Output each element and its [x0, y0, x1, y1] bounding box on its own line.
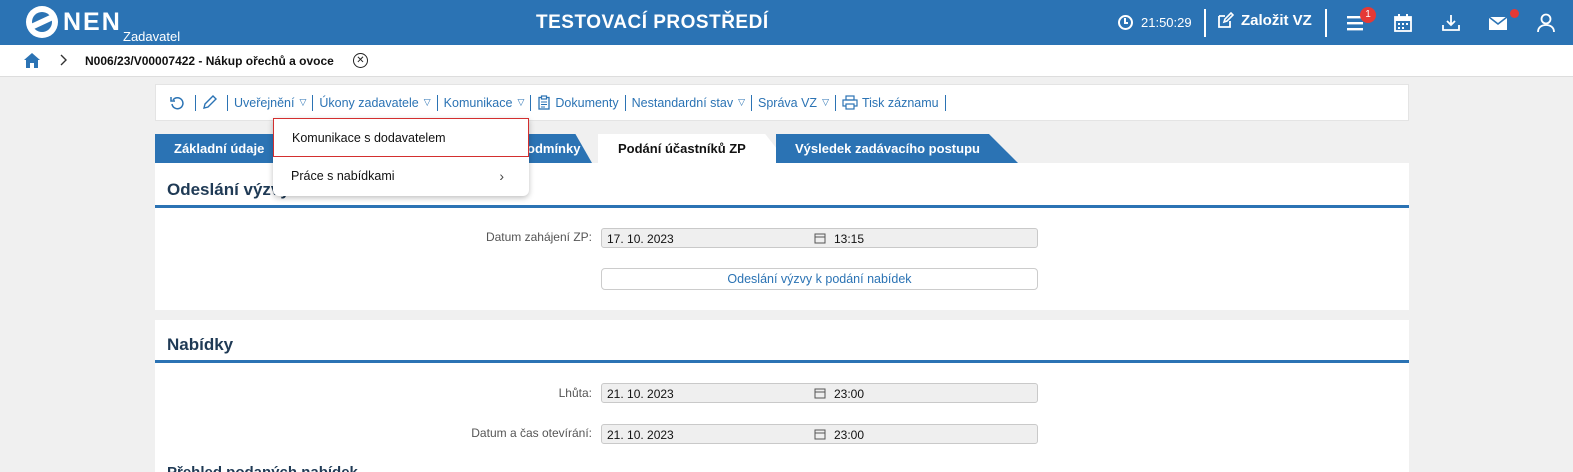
close-icon[interactable]: ✕: [353, 53, 368, 68]
mail-unread-dot: [1510, 9, 1519, 18]
environment-title: TESTOVACÍ PROSTŘEDÍ: [536, 12, 769, 33]
panel-nabidky: Nabídky Lhůta: 21. 10. 2023 23:00 Datum …: [155, 320, 1409, 472]
clipboard-icon: [538, 95, 551, 110]
time-value: 23:00: [834, 428, 865, 442]
logo-subtitle: Zadavatel: [123, 29, 181, 44]
menu-ukony-zadavatele[interactable]: Úkony zadavatele ▽: [313, 96, 436, 110]
time-value: 23:00: [834, 387, 865, 401]
datetime-field-zahajeni[interactable]: 17. 10. 2023 13:15: [601, 228, 1038, 248]
menu-item-prace-s-nabidkami[interactable]: Práce s nabídkami ›: [273, 157, 529, 195]
notification-badge: 1: [1360, 7, 1376, 23]
datetime-field-otevirani[interactable]: 21. 10. 2023 23:00: [601, 424, 1038, 444]
chevron-right-icon: [60, 54, 67, 66]
pencil-icon: [203, 95, 217, 109]
breadcrumb: N006/23/V00007422 - Nákup ořechů a ovoce…: [0, 45, 1573, 77]
menu-dokumenty[interactable]: Dokumenty: [531, 95, 624, 110]
nen-logo[interactable]: NEN: [26, 6, 122, 40]
send-invitation-button[interactable]: Odeslání výzvy k podání nabídek: [601, 268, 1038, 290]
home-icon[interactable]: [23, 52, 41, 69]
header-divider: [1325, 9, 1327, 37]
subsection-title-cut: Přehled podaných nabídek: [167, 464, 358, 472]
session-clock: 21:50:29: [1118, 15, 1192, 30]
field-label-lhuta: Lhůta:: [558, 386, 592, 400]
menu-label: Tisk záznamu: [861, 95, 939, 110]
printer-icon: [842, 95, 858, 110]
edit-icon: [1218, 12, 1234, 28]
date-value: 17. 10. 2023: [607, 232, 674, 246]
menu-label: Nestandardní stav: [631, 95, 734, 110]
header-divider: [1204, 9, 1206, 37]
section-title: Odeslání výzvy: [167, 180, 290, 199]
menu-label: Správa VZ: [758, 95, 818, 110]
nen-logo-icon: [26, 6, 58, 38]
menu-label: Dokumenty: [555, 95, 619, 110]
create-vz-label: Založit VZ: [1241, 12, 1312, 29]
menu-nestandardni-stav[interactable]: Nestandardní stav ▽: [626, 96, 751, 110]
create-vz-button[interactable]: Založit VZ: [1217, 12, 1312, 29]
top-header: NEN Zadavatel TESTOVACÍ PROSTŘEDÍ 21:50:…: [0, 0, 1573, 45]
dropdown-triangle-icon: ▽: [423, 97, 431, 107]
mail-icon[interactable]: [1487, 12, 1509, 34]
field-label-otevirani: Datum a čas otevírání:: [471, 426, 592, 440]
time-value: 13:15: [834, 232, 865, 246]
breadcrumb-current[interactable]: N006/23/V00007422 - Nákup ořechů a ovoce: [85, 54, 334, 68]
field-label-datum-zahajeni: Datum zahájení ZP:: [485, 230, 592, 244]
menu-item-label: Práce s nabídkami: [291, 169, 395, 183]
menu-label: Komunikace: [443, 95, 513, 110]
clock-icon: [1118, 15, 1133, 30]
menu-item-label: Komunikace s dodavatelem: [292, 131, 446, 145]
komunikace-dropdown: Komunikace s dodavatelem Práce s nabídka…: [273, 118, 529, 196]
section-title: Nabídky: [167, 335, 234, 354]
edit-button[interactable]: [196, 95, 227, 110]
dropdown-triangle-icon: ▽: [517, 97, 525, 107]
section-underline: [155, 205, 1409, 208]
calendar-icon[interactable]: [814, 232, 826, 244]
refresh-button[interactable]: [164, 95, 195, 110]
calendar-icon[interactable]: [814, 428, 826, 440]
calendar-icon[interactable]: [814, 387, 826, 399]
tab-label: Výsledek zadávacího postupu: [795, 141, 980, 156]
download-icon[interactable]: [1440, 12, 1462, 34]
tab-podani-ucastniku[interactable]: Podání účastníků ZP: [598, 134, 788, 163]
menu-sprava-vz[interactable]: Správa VZ ▽: [752, 96, 835, 110]
dropdown-triangle-icon: ▽: [738, 97, 745, 107]
tab-label: Základní údaje: [174, 141, 265, 156]
tab-label: odmínky: [527, 141, 581, 156]
menu-uverejneni[interactable]: Uveřejnění ▽: [228, 96, 312, 110]
refresh-icon: [170, 97, 184, 110]
dropdown-triangle-icon: ▽: [299, 97, 307, 107]
dropdown-triangle-icon: ▽: [822, 97, 829, 107]
tab-label: Podání účastníků ZP: [618, 141, 746, 156]
chevron-right-icon: ›: [499, 168, 504, 184]
date-value: 21. 10. 2023: [607, 428, 674, 442]
menu-tisk-zaznamu[interactable]: Tisk záznamu: [836, 95, 945, 110]
calendar-icon[interactable]: [1392, 12, 1414, 34]
tab-vysledek[interactable]: Výsledek zadávacího postupu: [776, 134, 1018, 163]
menu-label: Uveřejnění: [234, 95, 295, 110]
section-underline: [155, 360, 1409, 363]
user-icon[interactable]: [1535, 12, 1557, 34]
datetime-field-lhuta[interactable]: 21. 10. 2023 23:00: [601, 383, 1038, 403]
logo-text: NEN: [63, 8, 122, 36]
toolbar-divider: [944, 94, 946, 111]
menu-komunikace[interactable]: Komunikace ▽: [438, 96, 531, 110]
date-value: 21. 10. 2023: [607, 387, 674, 401]
menu-item-komunikace-s-dodavatelem[interactable]: Komunikace s dodavatelem: [273, 118, 529, 157]
clock-time: 21:50:29: [1141, 15, 1192, 30]
menu-label: Úkony zadavatele: [319, 95, 419, 110]
action-toolbar: Uveřejnění ▽ Úkony zadavatele ▽ Komunikace…: [155, 84, 1409, 121]
